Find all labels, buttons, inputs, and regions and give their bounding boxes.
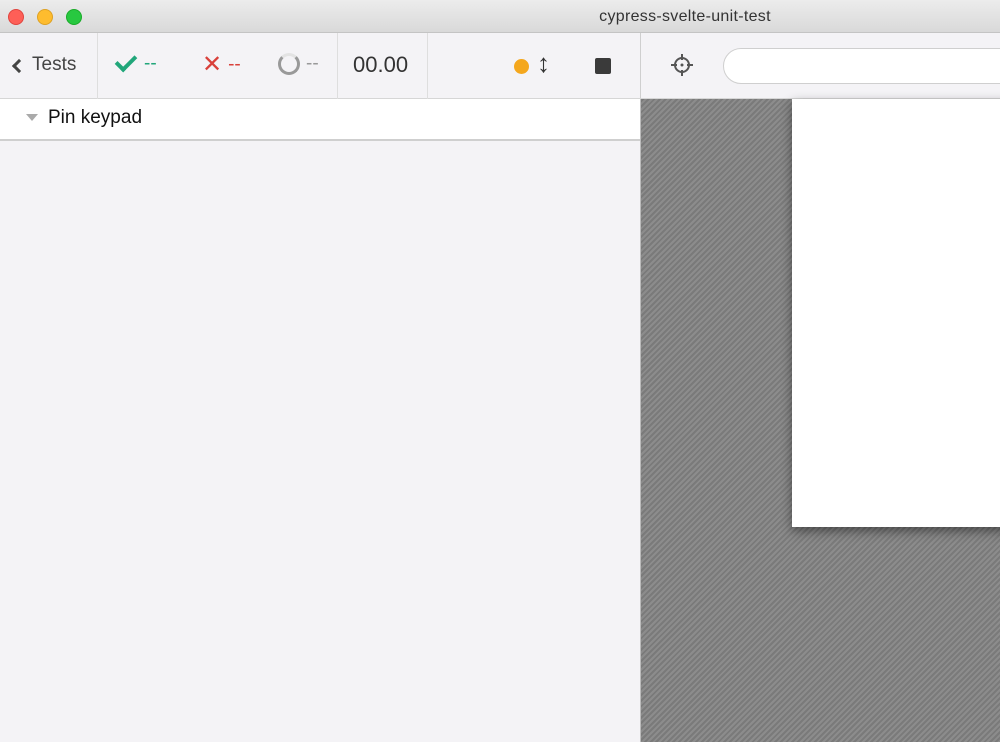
chevron-left-icon [11, 58, 27, 73]
failed-count: -- [228, 54, 241, 75]
reporter-panel: Pin keypad [0, 99, 640, 742]
crosshair-icon[interactable] [671, 54, 693, 76]
arrows-vertical-icon[interactable]: ↕ [537, 50, 550, 76]
stop-icon[interactable] [595, 58, 611, 74]
minimize-window-button[interactable] [37, 9, 53, 25]
passed-count: -- [144, 53, 157, 74]
back-section: Tests [0, 33, 98, 99]
maximize-window-button[interactable] [66, 9, 82, 25]
x-icon: ✕ [202, 51, 223, 78]
app-iframe[interactable] [792, 99, 1000, 527]
passed-stat: -- [114, 49, 157, 75]
runner-header [640, 33, 1000, 99]
duration-value: 00.00 [353, 52, 409, 77]
back-to-tests-button[interactable]: Tests [11, 54, 77, 76]
duration-section: 00.00 [338, 33, 428, 99]
url-input[interactable] [723, 48, 1000, 84]
window-title: cypress-svelte-unit-test [599, 8, 771, 25]
back-label: Tests [32, 54, 77, 75]
pending-stat: -- [278, 53, 319, 75]
status-dot-icon [514, 59, 529, 74]
suite-row[interactable]: Pin keypad [0, 99, 640, 141]
stats-section: -- ✕ -- -- [98, 33, 338, 99]
spinner-icon [278, 53, 300, 75]
close-window-button[interactable] [8, 9, 24, 25]
check-icon [114, 49, 138, 73]
pending-count: -- [306, 53, 319, 74]
failed-stat: ✕ -- [202, 53, 241, 77]
app-preview [640, 99, 1000, 742]
window-titlebar: cypress-svelte-unit-test [0, 0, 1000, 33]
suite-title: Pin keypad [48, 107, 143, 128]
caret-down-icon[interactable] [26, 114, 38, 121]
